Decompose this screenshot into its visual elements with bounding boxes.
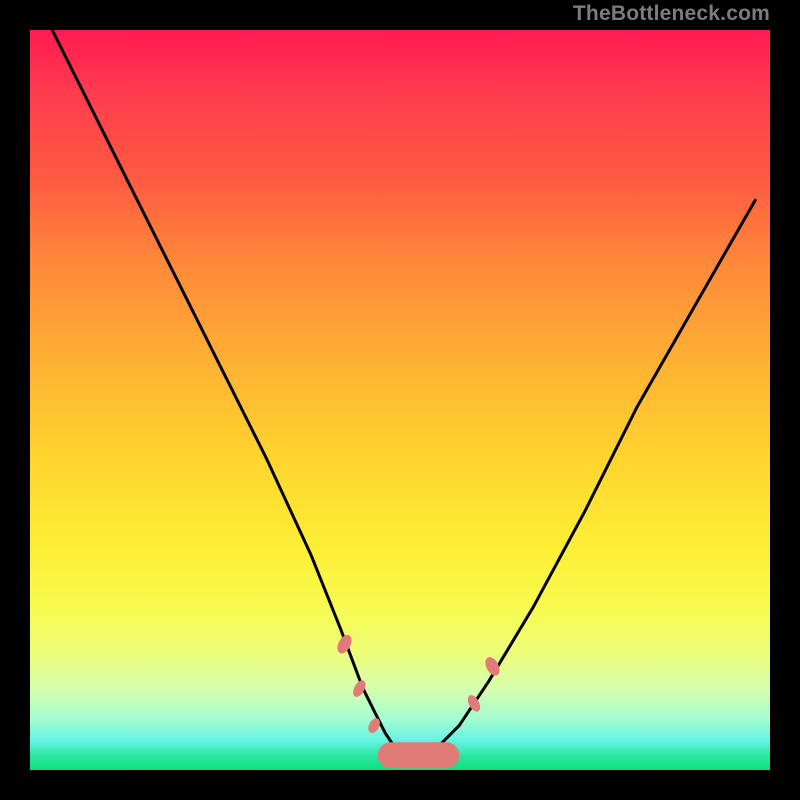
trough-band: [378, 742, 459, 768]
watermark-label: TheBottleneck.com: [573, 0, 770, 28]
curve-marker-0: [335, 633, 355, 656]
chart-frame: TheBottleneck.com: [0, 0, 800, 800]
plot-area: [30, 30, 770, 770]
curve-marker-4: [483, 655, 503, 678]
curve-layer: [30, 30, 770, 770]
bottleneck-curve: [52, 30, 755, 755]
